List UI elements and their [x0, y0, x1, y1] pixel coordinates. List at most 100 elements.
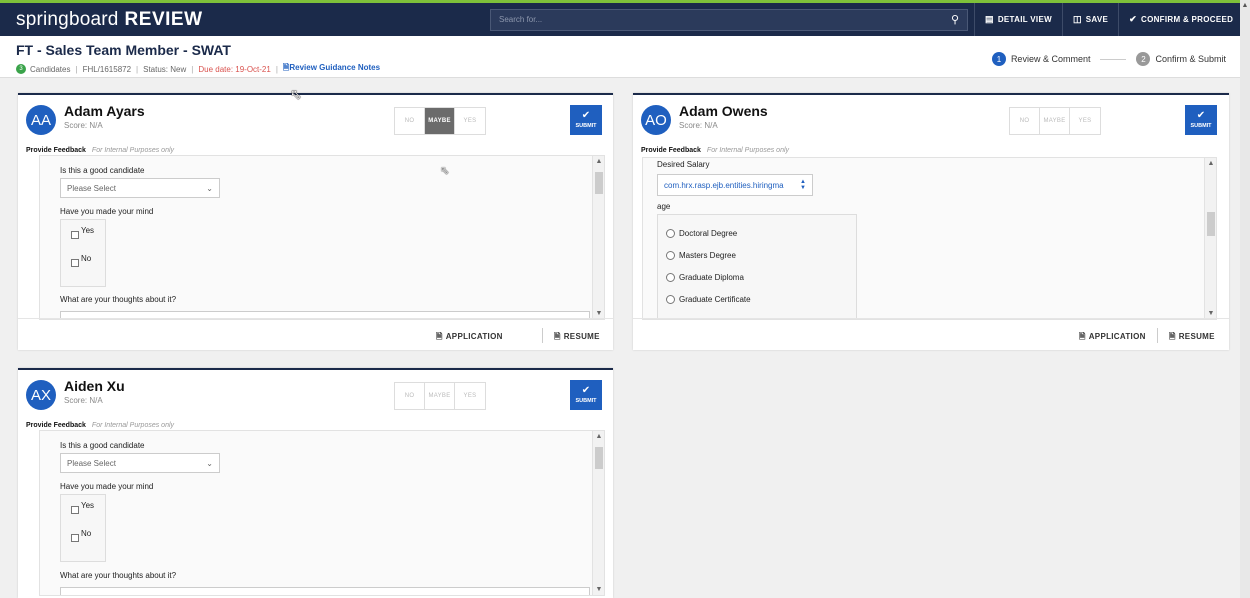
- decision-no[interactable]: NO: [395, 383, 425, 409]
- scroll-thumb[interactable]: [1207, 212, 1215, 236]
- step-review-comment[interactable]: 1 Review & Comment: [991, 52, 1091, 66]
- job-id: FHL/1615872: [82, 64, 132, 74]
- question-label: Is this a good candidate: [60, 441, 145, 450]
- thoughts-textarea[interactable]: [60, 587, 590, 595]
- scroll-up-icon[interactable]: ▲: [593, 433, 604, 440]
- scroll-down-icon[interactable]: ▼: [1205, 310, 1216, 317]
- check-icon: ✔: [581, 110, 591, 121]
- question-label: Have you made your mind: [60, 482, 154, 491]
- step-label: Confirm & Submit: [1155, 54, 1226, 64]
- checkbox[interactable]: [71, 534, 79, 542]
- avatar: AA: [26, 105, 56, 135]
- scroll-up-icon[interactable]: ▲: [593, 158, 604, 165]
- decision-maybe[interactable]: MAYBE: [425, 383, 455, 409]
- scroll-down-icon[interactable]: ▼: [593, 586, 604, 593]
- question-label: age: [657, 202, 671, 211]
- feedback-title: Provide Feedback: [26, 422, 86, 429]
- question-label: What are your thoughts about it?: [60, 295, 177, 304]
- radio-button[interactable]: [666, 295, 675, 304]
- submit-button[interactable]: ✔ SUBMIT: [570, 380, 602, 410]
- candidate-name[interactable]: Adam Owens: [679, 103, 768, 119]
- brand-name: springboard: [16, 8, 119, 30]
- decision-no[interactable]: NO: [395, 108, 425, 134]
- question-label: Have you made your mind: [60, 207, 154, 216]
- scroll-down-icon[interactable]: ▼: [593, 310, 604, 317]
- radio-option[interactable]: Masters Degree: [666, 251, 736, 260]
- detail-view-icon: ▤: [985, 14, 994, 24]
- decision-no[interactable]: NO: [1010, 108, 1040, 134]
- search-icon[interactable]: ⚲: [951, 13, 959, 26]
- decision-toggle: NO MAYBE YES: [394, 107, 486, 135]
- submit-button[interactable]: ✔ SUBMIT: [1185, 105, 1217, 135]
- feedback-note: For Internal Purposes only: [91, 422, 175, 429]
- search-input[interactable]: Search for... ⚲: [490, 8, 968, 31]
- checkbox-yes[interactable]: Yes: [71, 226, 94, 239]
- submit-button[interactable]: ✔ SUBMIT: [570, 105, 602, 135]
- review-guidance-link[interactable]: 🗎Review Guidance Notes: [283, 62, 380, 76]
- checkbox-no[interactable]: No: [71, 254, 91, 267]
- decision-maybe[interactable]: MAYBE: [425, 108, 455, 134]
- good-candidate-select[interactable]: Please Select ⌄: [60, 453, 220, 473]
- scroll-thumb[interactable]: [595, 447, 603, 469]
- candidate-card-adam-ayars: AA Adam Ayars Score: N/A NO MAYBE YES ✔ …: [18, 93, 613, 350]
- candidate-count-badge: 3: [16, 64, 26, 74]
- decision-yes[interactable]: YES: [455, 383, 485, 409]
- decision-yes[interactable]: YES: [455, 108, 485, 134]
- scrollbar[interactable]: ▲ ▼: [1204, 158, 1216, 319]
- brand-logo: springboard REVIEW: [0, 9, 490, 31]
- step-confirm-submit[interactable]: 2 Confirm & Submit: [1136, 52, 1226, 66]
- step-label: Review & Comment: [1010, 54, 1091, 64]
- application-link[interactable]: 🗎 APPLICATION: [436, 331, 503, 345]
- candidate-name[interactable]: Adam Ayars: [64, 103, 145, 119]
- application-label: APPLICATION: [445, 332, 503, 341]
- resume-link[interactable]: 🗎 RESUME: [554, 331, 600, 345]
- checkbox-label: Yes: [81, 226, 95, 235]
- check-icon: ✔: [1196, 110, 1206, 121]
- desired-salary-select[interactable]: com.hrx.rasp.ejb.entities.hiringma ▲ ▼: [657, 174, 813, 196]
- radio-option[interactable]: Doctoral Degree: [666, 229, 737, 238]
- feedback-form: Desired Salary com.hrx.rasp.ejb.entities…: [642, 157, 1217, 320]
- select-value: Please Select: [67, 458, 116, 468]
- scroll-thumb[interactable]: [595, 172, 603, 194]
- feedback-header: Provide Feedback For Internal Purposes on…: [26, 422, 174, 429]
- confirm-proceed-button[interactable]: ✔ CONFIRM & PROCEED: [1118, 3, 1243, 36]
- radio-option[interactable]: Graduate Certificate: [666, 295, 751, 304]
- document-icon: 🗎: [1079, 332, 1086, 341]
- step-number: 2: [1136, 52, 1151, 66]
- radio-button[interactable]: [666, 251, 675, 260]
- page-scrollbar[interactable]: ▲: [1240, 0, 1250, 598]
- detail-view-button[interactable]: ▤ DETAIL VIEW: [974, 3, 1062, 36]
- checkbox[interactable]: [71, 259, 79, 267]
- radio-option[interactable]: Graduate Diploma: [666, 273, 744, 282]
- scroll-up-icon[interactable]: ▲: [1240, 2, 1250, 9]
- checkbox-yes[interactable]: Yes: [71, 501, 94, 514]
- decision-yes[interactable]: YES: [1070, 108, 1100, 134]
- checkbox[interactable]: [71, 231, 79, 239]
- radio-label: Doctoral Degree: [679, 229, 738, 238]
- scroll-up-icon[interactable]: ▲: [1205, 160, 1216, 167]
- radio-button[interactable]: [666, 273, 675, 282]
- save-button[interactable]: ◫ SAVE: [1061, 3, 1118, 36]
- checkbox-no[interactable]: No: [71, 529, 91, 542]
- radio-button[interactable]: [666, 229, 675, 238]
- divider: |: [75, 64, 78, 74]
- detail-view-label: DETAIL VIEW: [997, 15, 1052, 24]
- guidance-label: Review Guidance Notes: [289, 63, 381, 72]
- checkbox[interactable]: [71, 506, 79, 514]
- decision-maybe[interactable]: MAYBE: [1040, 108, 1070, 134]
- good-candidate-select[interactable]: Please Select ⌄: [60, 178, 220, 198]
- resume-link[interactable]: 🗎 RESUME: [1169, 331, 1215, 345]
- feedback-form: Is this a good candidate Please Select ⌄…: [39, 155, 605, 320]
- cursor-icon: ⬁: [440, 165, 450, 177]
- application-label: APPLICATION: [1088, 332, 1146, 341]
- cursor-icon: ⬁: [290, 86, 302, 102]
- application-link[interactable]: 🗎 APPLICATION: [1079, 331, 1146, 345]
- feedback-note: For Internal Purposes only: [91, 147, 175, 154]
- candidate-name[interactable]: Aiden Xu: [64, 378, 125, 394]
- page-header: FT - Sales Team Member - SWAT 3 Candidat…: [0, 36, 1240, 78]
- submit-label: SUBMIT: [575, 123, 597, 129]
- scrollbar[interactable]: ▲ ▼: [592, 156, 604, 319]
- feedback-title: Provide Feedback: [26, 147, 86, 154]
- feedback-form: Is this a good candidate Please Select ⌄…: [39, 430, 605, 596]
- scrollbar[interactable]: ▲ ▼: [592, 431, 604, 595]
